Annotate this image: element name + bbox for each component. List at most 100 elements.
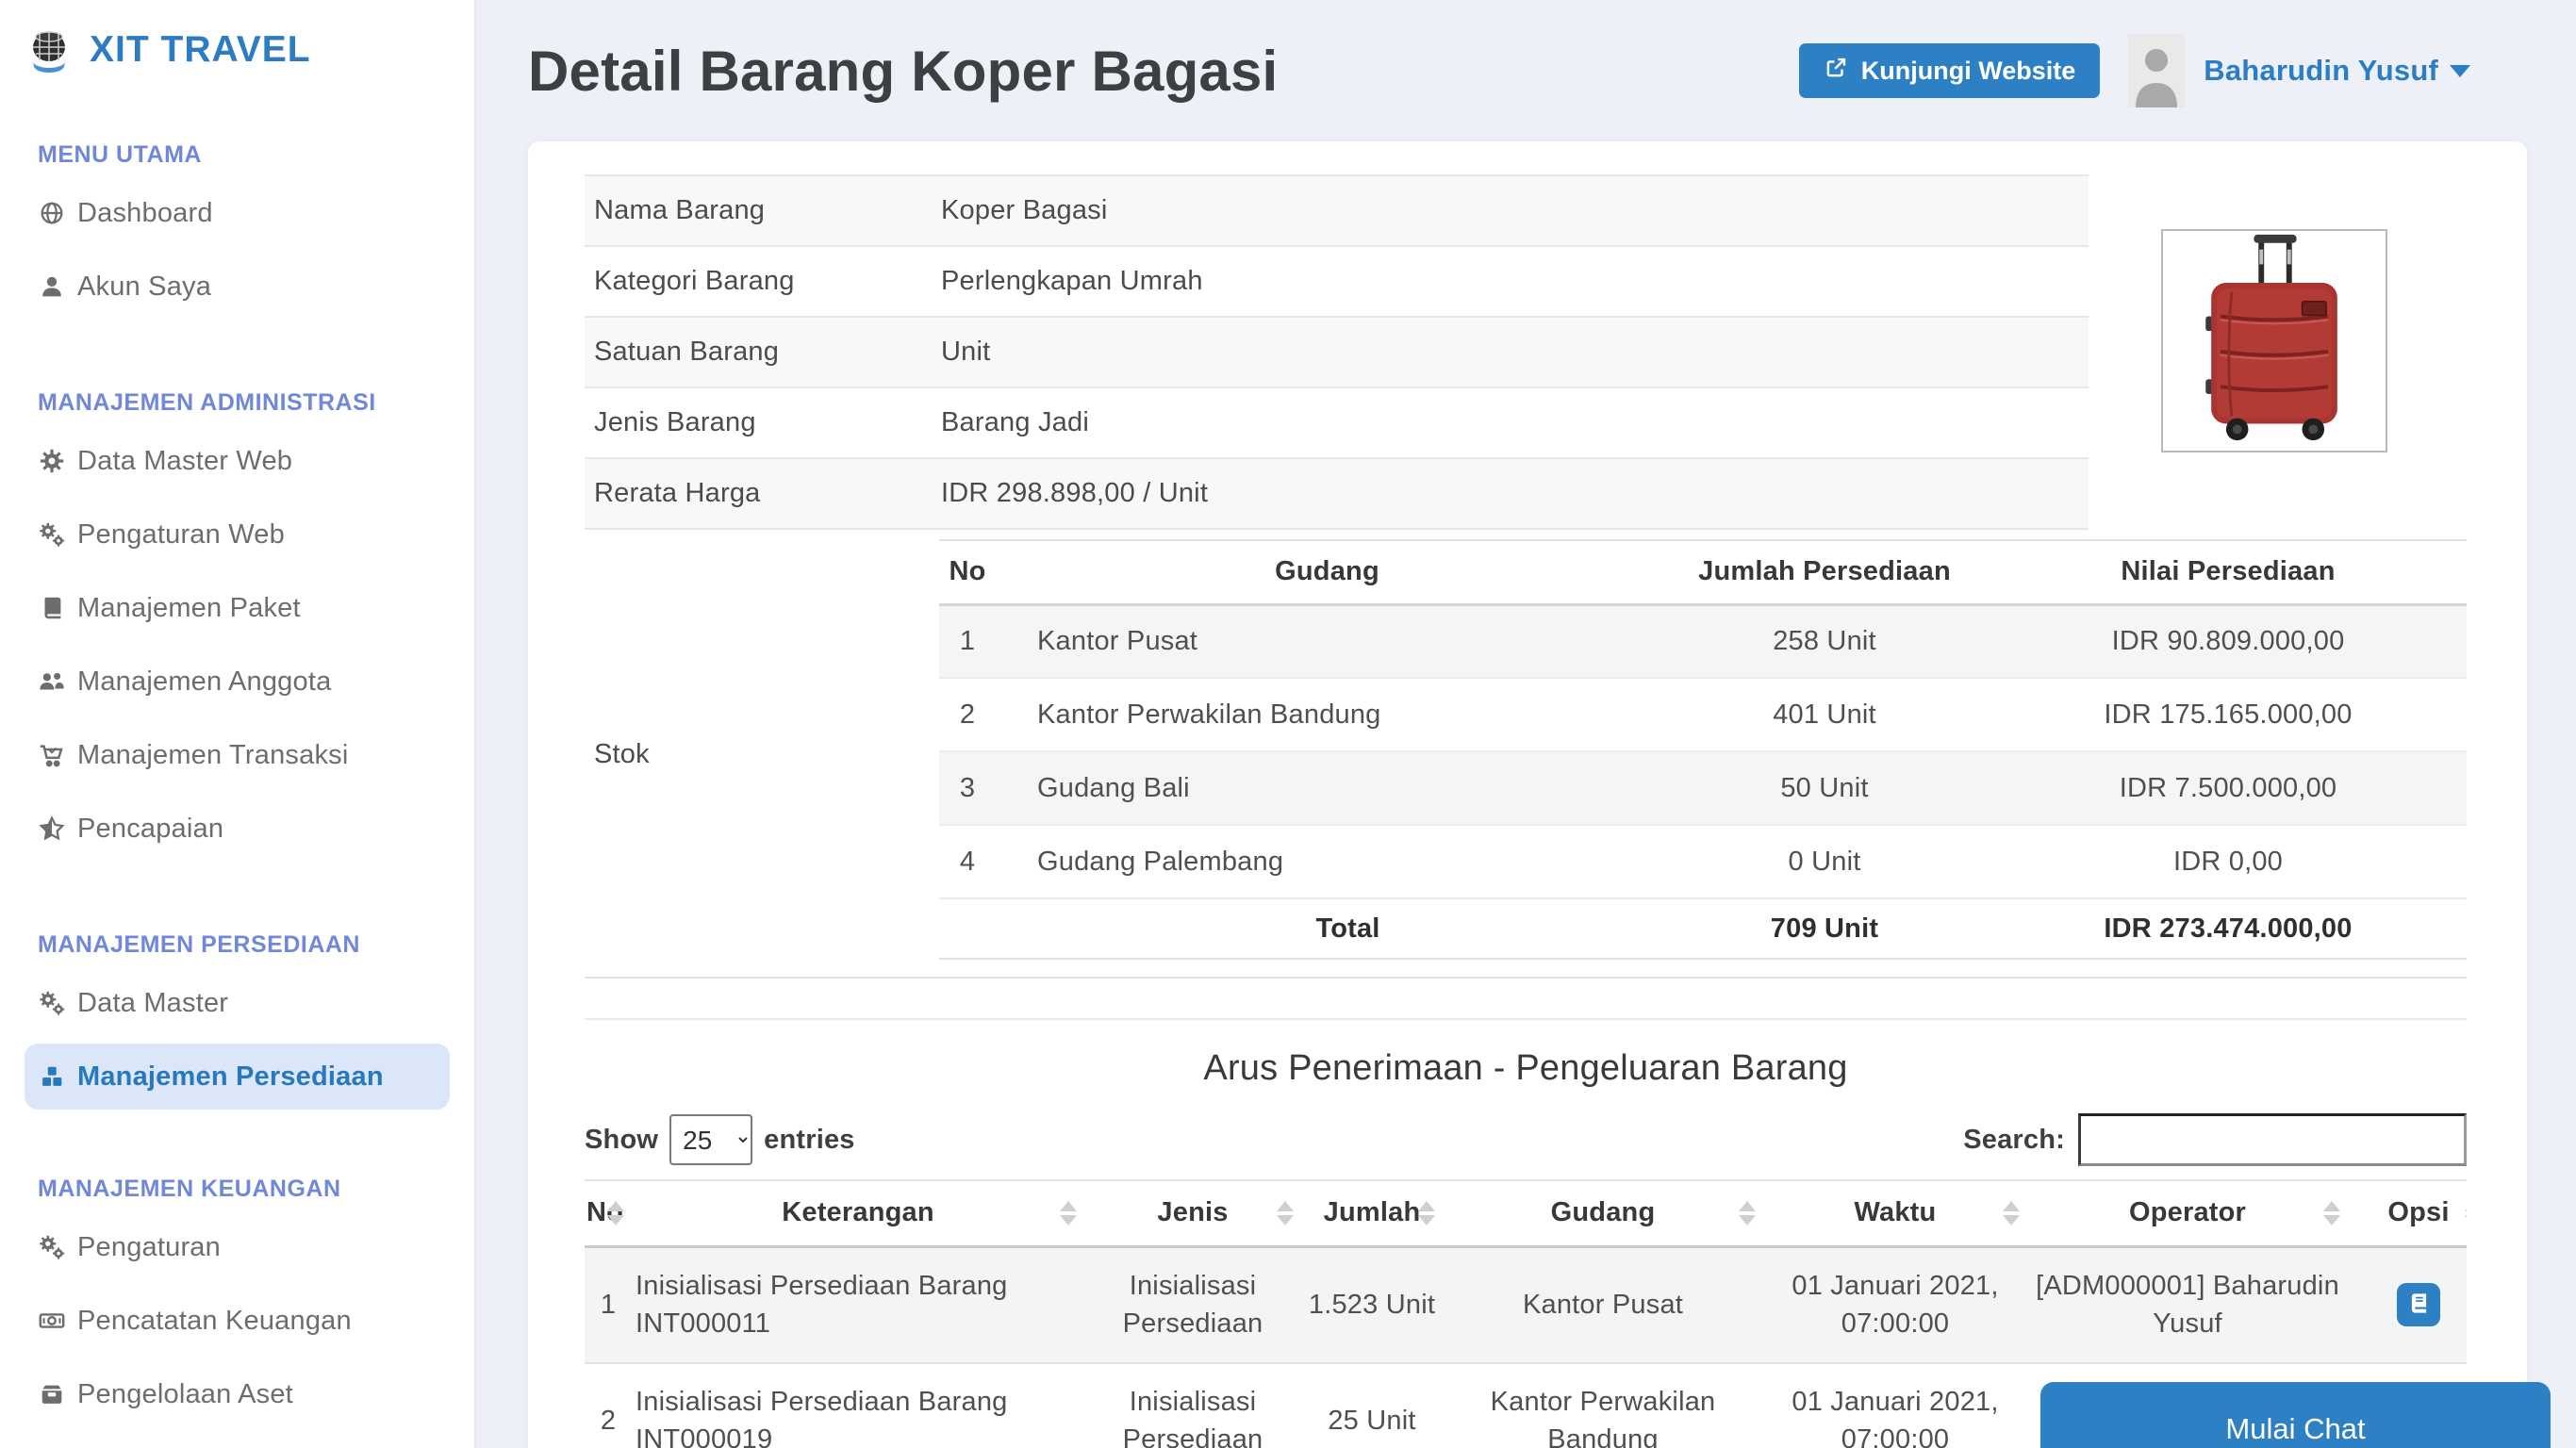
stok-total-jumlah: 709 Unit <box>1660 898 1990 959</box>
gears-icon <box>36 987 68 1019</box>
sidebar-item-label: Pencatatan Keuangan <box>77 1306 352 1337</box>
sidebar-item-label: Data Master Web <box>77 446 292 477</box>
star-icon <box>36 813 68 845</box>
flow-header-keterangan[interactable]: Keterangan <box>632 1180 1084 1246</box>
sidebar-item-label: Manajemen Paket <box>77 593 301 624</box>
flow-cell-no: 2 <box>585 1363 632 1448</box>
sidebar-item-label: Akun Saya <box>77 272 211 303</box>
sidebar-item-pengelolaan-aset[interactable]: Pengelolaan Aset <box>0 1358 474 1431</box>
avatar[interactable] <box>2128 34 2185 107</box>
detail-row: Satuan BarangUnit <box>585 317 2089 387</box>
stok-header-no: No <box>939 540 996 604</box>
sidebar-item-data-master[interactable]: Data Master <box>0 966 474 1040</box>
detail-row: Rerata HargaIDR 298.898,00 / Unit <box>585 458 2089 529</box>
sidebar-item-manajemen-persediaan[interactable]: Manajemen Persediaan <box>25 1044 450 1110</box>
flow-cell-jenis: Inisialisasi Persediaan <box>1084 1246 1301 1363</box>
topbar: Detail Barang Koper Bagasi Kunjungi Webs… <box>478 0 2576 141</box>
detail-row: Jenis BarangBarang Jadi <box>585 387 2089 458</box>
stok-cell-no: 1 <box>939 604 996 678</box>
flow-header-no[interactable]: No <box>585 1180 632 1246</box>
book-icon <box>2406 1291 2432 1319</box>
flow-row: 1Inisialisasi Persediaan Barang INT00001… <box>585 1246 2467 1363</box>
sidebar-item-pencatatan-keuangan[interactable]: Pencatatan Keuangan <box>0 1284 474 1358</box>
page-title: Detail Barang Koper Bagasi <box>528 39 1799 104</box>
sort-arrows-icon <box>1277 1201 1294 1226</box>
sidebar-item-manajemen-paket[interactable]: Manajemen Paket <box>0 571 474 645</box>
flow-header-gudang[interactable]: Gudang <box>1443 1180 1763 1246</box>
sidebar-section-label: MANAJEMEN PERSEDIAAN <box>38 931 474 959</box>
brand-name: XIT TRAVEL <box>90 29 311 71</box>
app-root: XIT TRAVEL MENU UTAMADashboardAkun SayaM… <box>0 0 2576 1448</box>
user-name-label: Baharudin Yusuf <box>2204 54 2438 88</box>
sidebar-section-label: MENU UTAMA <box>38 141 474 169</box>
gear-icon <box>36 445 68 477</box>
visit-website-button[interactable]: Kunjungi Website <box>1799 43 2101 98</box>
stok-cell-nilai: IDR 7.500.000,00 <box>1990 751 2467 825</box>
stok-cell-jumlah: 0 Unit <box>1660 825 1990 898</box>
product-photo <box>2161 229 2387 452</box>
sidebar-item-manajemen-anggota[interactable]: Manajemen Anggota <box>0 645 474 718</box>
flow-header-waktu[interactable]: Waktu <box>1763 1180 2027 1246</box>
sidebar-item-label: Pengaturan <box>77 1232 221 1263</box>
flow-cell-jumlah: 25 Unit <box>1301 1363 1443 1448</box>
sidebar-item-manajemen-transaksi[interactable]: Manajemen Transaksi <box>0 718 474 792</box>
search-label: Search: <box>1963 1125 2065 1156</box>
flow-header-operator[interactable]: Operator <box>2027 1180 2348 1246</box>
stok-row: 4Gudang Palembang0 UnitIDR 0,00 <box>939 825 2467 898</box>
flow-cell-jumlah: 1.523 Unit <box>1301 1246 1443 1363</box>
flow-header-jenis[interactable]: Jenis <box>1084 1180 1301 1246</box>
users-icon <box>36 666 68 698</box>
detail-row-value: Barang Jadi <box>937 387 2089 458</box>
user-icon <box>36 271 68 303</box>
detail-row-value: Unit <box>937 317 2089 387</box>
globe-icon <box>36 197 68 229</box>
stok-section: Stok NoGudangJumlah PersediaanNilai Pers… <box>585 539 2467 979</box>
detail-row-value: Koper Bagasi <box>937 175 2089 246</box>
sidebar-item-data-master-web[interactable]: Data Master Web <box>0 424 474 498</box>
stok-header-jumlah: Jumlah Persediaan <box>1660 540 1990 604</box>
stok-table: NoGudangJumlah PersediaanNilai Persediaa… <box>939 539 2467 960</box>
detail-row-label: Satuan Barang <box>585 317 937 387</box>
stok-cell-no: 4 <box>939 825 996 898</box>
entries-select[interactable]: 25 <box>669 1114 752 1165</box>
brand[interactable]: XIT TRAVEL <box>0 0 474 75</box>
user-menu[interactable]: Baharudin Yusuf <box>2204 54 2470 88</box>
detail-row: Kategori BarangPerlengkapan Umrah <box>585 246 2089 317</box>
sidebar-item-pencapaian[interactable]: Pencapaian <box>0 792 474 865</box>
stok-total-nilai: IDR 273.474.000,00 <box>1990 898 2467 959</box>
sort-arrows-icon <box>2323 1201 2340 1226</box>
sidebar-item-label: Pengelolaan Aset <box>77 1379 293 1410</box>
row-detail-button[interactable] <box>2397 1283 2440 1326</box>
sidebar-item-laporan-keuangan[interactable]: Laporan Keuangan <box>0 1431 474 1448</box>
stok-cell-no: 3 <box>939 751 996 825</box>
stok-total-row: Total 709 Unit IDR 273.474.000,00 <box>939 898 2467 959</box>
sort-arrows-icon <box>2003 1201 2020 1226</box>
visit-website-label: Kunjungi Website <box>1861 57 2076 86</box>
search-input[interactable] <box>2078 1113 2467 1166</box>
flow-cell-opsi <box>2348 1246 2467 1363</box>
sidebar-item-pengaturan-web[interactable]: Pengaturan Web <box>0 498 474 571</box>
sidebar-item-label: Pencapaian <box>77 814 223 845</box>
flow-header-opsi[interactable]: Opsi <box>2348 1180 2467 1246</box>
detail-table: Nama BarangKoper BagasiKategori BarangPe… <box>585 174 2089 530</box>
sidebar-section-label: MANAJEMEN ADMINISTRASI <box>38 389 474 417</box>
stok-total-label: Total <box>996 898 1660 959</box>
stok-cell-nilai: IDR 90.809.000,00 <box>1990 604 2467 678</box>
start-chat-button[interactable]: Mulai Chat <box>2040 1382 2551 1448</box>
detail-row-label: Jenis Barang <box>585 387 937 458</box>
sidebar-item-pengaturan[interactable]: Pengaturan <box>0 1210 474 1284</box>
sidebar-item-dashboard[interactable]: Dashboard <box>0 176 474 250</box>
sidebar-item-akun-saya[interactable]: Akun Saya <box>0 250 474 323</box>
sidebar-section: MENU UTAMA Dashboard Akun Saya <box>0 141 474 323</box>
money-icon <box>36 1305 68 1337</box>
sort-arrows-icon <box>1418 1201 1435 1226</box>
book-icon <box>36 592 68 624</box>
chevron-down-icon <box>2450 65 2470 77</box>
detail-row-value: Perlengkapan Umrah <box>937 246 2089 317</box>
flow-header-jumlah[interactable]: Jumlah <box>1301 1180 1443 1246</box>
show-label: Show <box>585 1125 658 1156</box>
flow-cell-gudang: Kantor Pusat <box>1443 1246 1763 1363</box>
flow-cell-keterangan: Inisialisasi Persediaan Barang INT000019 <box>632 1363 1084 1448</box>
gears-icon <box>36 518 68 551</box>
brand-logo-icon <box>24 25 74 75</box>
